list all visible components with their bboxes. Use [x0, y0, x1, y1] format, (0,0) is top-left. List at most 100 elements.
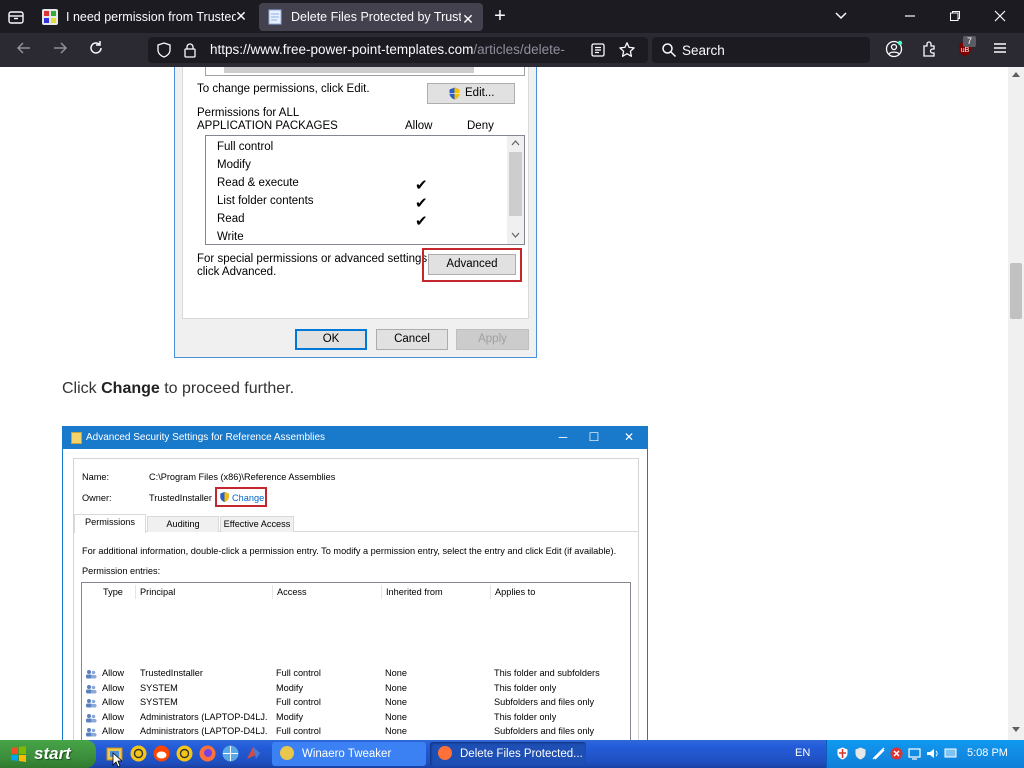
- edit-button: Edit...: [427, 83, 515, 104]
- network-icon[interactable]: [872, 747, 885, 760]
- tab-strip: I need permission from Trusted I ✕ Delet…: [0, 0, 1024, 33]
- restore-button[interactable]: [945, 7, 965, 27]
- column-header-principal: Principal: [140, 587, 176, 597]
- tab-title: I need permission from Trusted I: [66, 9, 236, 24]
- permission-entry-cell: Full control: [276, 697, 321, 707]
- change-owner-link: Change: [232, 493, 265, 503]
- url-text: https://www.free-power-point-templates.c…: [210, 42, 580, 57]
- language-indicator[interactable]: EN: [795, 747, 810, 759]
- ok-button: OK: [295, 329, 367, 350]
- speaker-icon[interactable]: [926, 747, 939, 760]
- search-bar[interactable]: Search: [652, 37, 870, 63]
- dialog-title: Advanced Security Settings for Reference…: [86, 432, 326, 443]
- tab-effective-access: Effective Access: [220, 516, 294, 532]
- lock-icon[interactable]: [182, 42, 198, 58]
- close-tab-icon[interactable]: ✕: [234, 9, 248, 23]
- new-tab-button[interactable]: +: [490, 6, 510, 26]
- tab-delete-files[interactable]: Delete Files Protected by Trusted ✕: [259, 3, 483, 31]
- bookmark-star-icon[interactable]: [618, 41, 636, 59]
- taskbar-item-firefox[interactable]: Delete Files Protected...: [430, 742, 586, 766]
- url-path: /articles/delete-: [473, 42, 565, 57]
- permission-row: Read & execute: [217, 177, 299, 189]
- svg-text:uB: uB: [961, 47, 970, 54]
- reader-view-icon[interactable]: [590, 42, 606, 58]
- permissions-list: Full control Modify Read & execute List …: [205, 135, 525, 245]
- permission-entry-cell: Administrators (LAPTOP-D4LJ...: [140, 711, 268, 722]
- permission-entry-cell: None: [385, 682, 407, 693]
- permission-entry-cell: Modify: [276, 682, 304, 693]
- firefox-icon: [438, 746, 452, 760]
- owner-label: Owner:: [82, 493, 112, 503]
- display-icon[interactable]: [908, 747, 921, 760]
- uac-shield-icon: [220, 491, 229, 503]
- permission-entry-cell: SYSTEM: [140, 682, 178, 693]
- permission-entry-cell: This folder only: [494, 682, 557, 693]
- forward-button[interactable]: [50, 40, 70, 60]
- system-clock[interactable]: 5:08 PM: [967, 747, 1008, 759]
- chat-app-icon[interactable]: [176, 745, 193, 762]
- apply-button: Apply: [456, 329, 529, 350]
- chevron-down-icon[interactable]: [831, 7, 851, 27]
- winaero-tweaker-icon: [280, 746, 294, 760]
- menu-icon[interactable]: [990, 40, 1010, 60]
- tab-trusted-installer[interactable]: I need permission from Trusted I ✕: [34, 0, 256, 33]
- close-window-button[interactable]: [990, 7, 1010, 27]
- allow-check-icon: ✔: [415, 213, 428, 230]
- maximize-icon: ☐: [588, 430, 600, 444]
- reddit-icon[interactable]: [153, 745, 170, 762]
- tab-auditing: Auditing: [147, 516, 219, 532]
- user-group-icon: [86, 713, 97, 722]
- page-scrollbar[interactable]: [1008, 67, 1024, 740]
- scrollbar-thumb[interactable]: [1010, 263, 1022, 319]
- extension-badge: 7: [963, 36, 976, 47]
- extensions-icon[interactable]: [920, 40, 940, 60]
- permissions-for-line2: APPLICATION PACKAGES: [197, 120, 338, 132]
- shield-icon[interactable]: [854, 747, 867, 760]
- taskbar-item-winaero[interactable]: Winaero Tweaker: [272, 742, 426, 766]
- horizontal-scrollbar: [205, 67, 525, 76]
- warning-icon[interactable]: [890, 747, 903, 760]
- start-button[interactable]: start: [0, 740, 96, 768]
- uac-shield-icon: [449, 87, 460, 100]
- list-all-tabs-icon[interactable]: [4, 5, 28, 29]
- permission-entry-cell: Administrators (LAPTOP-D4LJ...: [140, 726, 268, 736]
- caption-before: Click: [62, 380, 102, 397]
- dialog-titlebar: Advanced Security Settings for Reference…: [63, 427, 647, 449]
- permission-entry-cell: Subfolders and files only: [494, 697, 595, 707]
- reload-button[interactable]: [86, 40, 106, 60]
- search-icon: [662, 43, 677, 58]
- user-group-icon: [86, 699, 97, 708]
- network-globe-icon[interactable]: [222, 745, 239, 762]
- permission-entry-cell: SYSTEM: [140, 697, 178, 707]
- app-icon[interactable]: [245, 745, 262, 762]
- permission-entry-cell: Allow: [102, 711, 124, 722]
- allow-header: Allow: [405, 120, 433, 132]
- tab-permissions: Permissions: [74, 514, 146, 533]
- permission-row: Read: [217, 213, 245, 225]
- column-header-inherited: Inherited from: [386, 587, 443, 597]
- chat-app-icon[interactable]: [130, 745, 147, 762]
- name-label: Name:: [82, 472, 110, 482]
- security-shield-icon[interactable]: [836, 747, 849, 760]
- permission-row: Write: [217, 231, 244, 243]
- shield-icon[interactable]: [156, 42, 172, 58]
- site-favicon-icon: [42, 8, 58, 25]
- scroll-up-icon[interactable]: [1012, 71, 1020, 77]
- minimize-button[interactable]: [900, 7, 920, 27]
- properties-dialog-image: To change permissions, click Edit. Edit.…: [174, 67, 537, 358]
- url-host: https://www.free-power-point-templates.c…: [210, 42, 474, 57]
- close-tab-icon[interactable]: ✕: [461, 12, 475, 26]
- firefox-icon[interactable]: [199, 745, 216, 762]
- address-bar[interactable]: https://www.free-power-point-templates.c…: [148, 37, 648, 63]
- user-group-icon: [86, 728, 97, 737]
- taskbar-item-label: Winaero Tweaker: [302, 748, 392, 760]
- back-button[interactable]: [14, 40, 34, 60]
- permission-entry-cell: None: [385, 668, 407, 678]
- monitor-icon[interactable]: [944, 747, 957, 760]
- scroll-down-icon[interactable]: [1012, 727, 1020, 733]
- start-label: start: [34, 744, 71, 763]
- security-tab-panel: To change permissions, click Edit. Edit.…: [182, 67, 529, 319]
- permission-entry-cell: Allow: [102, 682, 124, 693]
- permission-row: Full control: [217, 141, 274, 153]
- account-icon[interactable]: [884, 40, 904, 60]
